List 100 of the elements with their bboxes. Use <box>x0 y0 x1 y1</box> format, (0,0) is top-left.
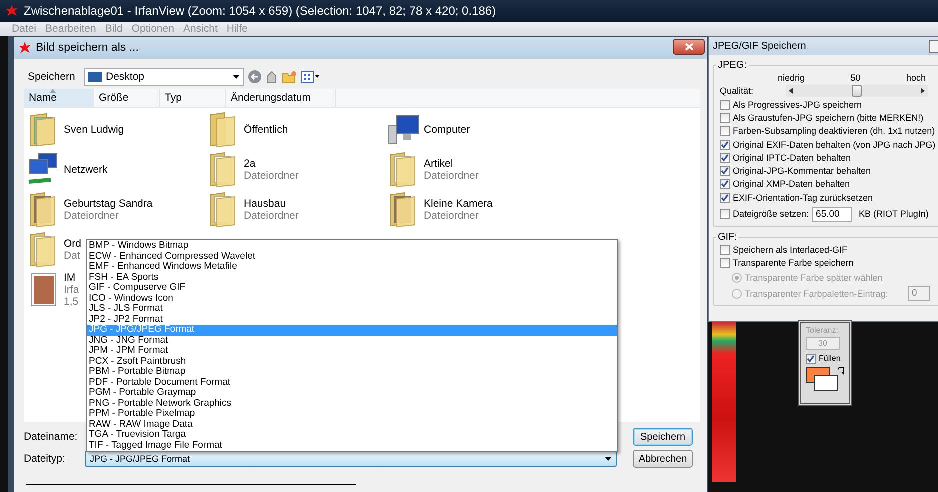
checkbox-label: Als Progressives-JPG speichern <box>733 100 862 110</box>
filename-label: Dateiname: <box>24 431 79 443</box>
right-arrow-icon[interactable] <box>921 88 925 94</box>
back-icon[interactable] <box>248 70 262 84</box>
close-icon <box>684 43 694 51</box>
file-detail: Dateiordner <box>424 210 480 222</box>
checkbox[interactable] <box>720 100 730 110</box>
list-option[interactable]: TGA - Truevision Targa <box>87 430 617 440</box>
checkbox[interactable] <box>806 354 816 364</box>
list-option[interactable]: JLS - JLS Format <box>87 304 617 314</box>
file-detail: Dateiordner <box>64 210 120 222</box>
radio-label: Transparenter Farbpaletten-Eintrag: <box>745 288 890 299</box>
checkbox[interactable] <box>720 192 730 203</box>
list-option[interactable]: PNG - Portable Network Graphics <box>87 398 617 409</box>
file-name[interactable]: Sven Ludwig <box>64 124 124 136</box>
checkbox-label: Original EXIF-Daten behalten (von JPG nach JPG) <box>733 140 936 150</box>
group-label: JPEG: <box>716 60 749 71</box>
checkbox-label: Als Graustufen-JPG speichern (bitte MERKEN!) <box>733 112 924 123</box>
sort-caret-icon <box>50 89 56 93</box>
checkbox[interactable] <box>720 112 730 123</box>
checkbox[interactable] <box>720 126 730 136</box>
panel-title: JPEG/GIF Speichern <box>713 40 806 52</box>
scale-label: niedrig <box>778 72 806 82</box>
cancel-button[interactable]: Abbrechen <box>633 450 693 468</box>
column-header[interactable]: Typ <box>160 89 226 107</box>
file-name[interactable]: Öffentlich <box>244 124 288 136</box>
close-button[interactable] <box>673 39 705 55</box>
file-name[interactable]: 2a <box>244 158 299 170</box>
list-option[interactable]: PCX - Zsoft Paintbrush <box>87 356 617 367</box>
file-detail: Dateiordner <box>424 170 479 182</box>
caret-icon <box>605 457 612 461</box>
radio-button[interactable] <box>732 288 742 299</box>
file-name[interactable]: Artikel <box>424 158 479 170</box>
checkbox-label: Original IPTC-Daten behalten <box>733 152 852 163</box>
save-button[interactable]: Speichern <box>633 428 693 446</box>
quality-label: Qualität: <box>720 86 755 96</box>
list-option[interactable]: RAW - RAW Image Data <box>87 420 617 430</box>
location-combo[interactable]: Desktop <box>84 68 244 86</box>
checkbox[interactable] <box>720 152 730 163</box>
file-name[interactable]: Kleine Kamera <box>424 198 493 210</box>
background-color-swatch[interactable] <box>814 375 838 392</box>
checkbox[interactable] <box>720 140 730 150</box>
column-header[interactable]: Änderungsdatum <box>226 89 336 107</box>
left-arrow-icon[interactable] <box>789 88 793 94</box>
slider-thumb[interactable] <box>852 85 862 97</box>
list-option[interactable]: PDF - Portable Document Format <box>87 378 617 388</box>
checkbox-label: Dateigröße setzen: <box>733 209 810 220</box>
close-button[interactable] <box>929 40 938 53</box>
list-option[interactable]: JP2 - JP2 Format <box>87 314 617 325</box>
file-name[interactable]: Hausbau <box>244 198 299 210</box>
file-name[interactable]: Netzwerk <box>64 164 108 176</box>
checkbox[interactable] <box>720 166 730 176</box>
window-title: Zwischenablage01 - IrfanView (Zoom: 1054 x 659) (Selection: 1047, 82; 78 x 420; 0.186) <box>24 4 496 18</box>
list-option[interactable]: GIF - Compuserve GIF <box>87 283 617 294</box>
column-header[interactable]: Name <box>24 89 94 107</box>
unit-label: KB (RIOT PlugIn) <box>859 209 929 220</box>
list-option[interactable]: PGM - Portable Graymap <box>87 388 617 398</box>
checkbox[interactable] <box>720 179 730 190</box>
list-option[interactable]: TIF - Tagged Image File Format <box>87 440 617 451</box>
list-option[interactable]: JNG - JNG Format <box>87 336 617 346</box>
list-option[interactable]: PBM - Portable Bitmap <box>87 367 617 378</box>
filesize-field[interactable]: 65.00 <box>812 206 852 222</box>
save-in-label: Speichern <box>27 71 76 83</box>
file-detail: Irfa <box>64 284 80 296</box>
checkbox-label: Speichern als Interlaced-GIF <box>733 245 848 256</box>
checkbox-label: Original-JPG-Kommentar behalten <box>733 166 872 176</box>
file-detail: Dateiordner <box>244 210 299 222</box>
quality-slider[interactable] <box>786 85 928 97</box>
checkbox-label: EXIF-Orientation-Tag zurücksetzen <box>733 192 874 203</box>
checkbox[interactable] <box>720 209 730 220</box>
group-label: GIF: <box>716 232 740 244</box>
list-option[interactable]: FSH - EA Sports <box>87 272 617 283</box>
checkbox-label: Original XMP-Daten behalten <box>733 179 850 190</box>
checkbox-label: Füllen <box>819 354 841 364</box>
new-folder-icon[interactable] <box>282 70 297 84</box>
checkbox-label: Transparente Farbe speichern <box>733 258 854 268</box>
list-option[interactable]: ICO - Windows Icon <box>87 294 617 304</box>
caret-icon <box>233 75 240 79</box>
swap-icon[interactable] <box>838 367 845 376</box>
file-name[interactable]: Geburtstag Sandra <box>64 198 153 210</box>
checkbox-label: Farben-Subsampling deaktivieren (dh. 1x1 nutzen) <box>733 126 936 136</box>
file-name[interactable]: IM <box>64 272 80 284</box>
view-menu-icon[interactable] <box>301 71 321 83</box>
list-option[interactable]: PPM - Portable Pixelmap <box>87 409 617 420</box>
file-name[interactable]: Ord <box>64 238 82 250</box>
tolerance-label: Toleranz: <box>806 326 838 335</box>
checkbox[interactable] <box>720 245 730 256</box>
file-detail: 1,5 <box>64 296 80 308</box>
list-option[interactable]: BMP - Windows Bitmap <box>87 241 617 252</box>
list-option[interactable]: ECW - Enhanced Compressed Wavelet <box>87 252 617 262</box>
file-name[interactable]: Computer <box>424 124 470 136</box>
column-header[interactable]: Größe <box>94 89 160 107</box>
radio-label: Transparente Farbe später wählen <box>745 272 883 283</box>
filetype-combo[interactable]: JPG - JPG/JPEG Format <box>85 451 617 467</box>
filetype-label: Dateityp: <box>24 453 66 465</box>
list-option[interactable]: JPM - JPM Format <box>87 346 617 356</box>
list-option[interactable]: EMF - Enhanced Windows Metafile <box>87 262 617 272</box>
checkbox[interactable] <box>720 258 730 268</box>
file-detail: Dat <box>64 250 82 262</box>
radio-button[interactable] <box>732 272 742 283</box>
